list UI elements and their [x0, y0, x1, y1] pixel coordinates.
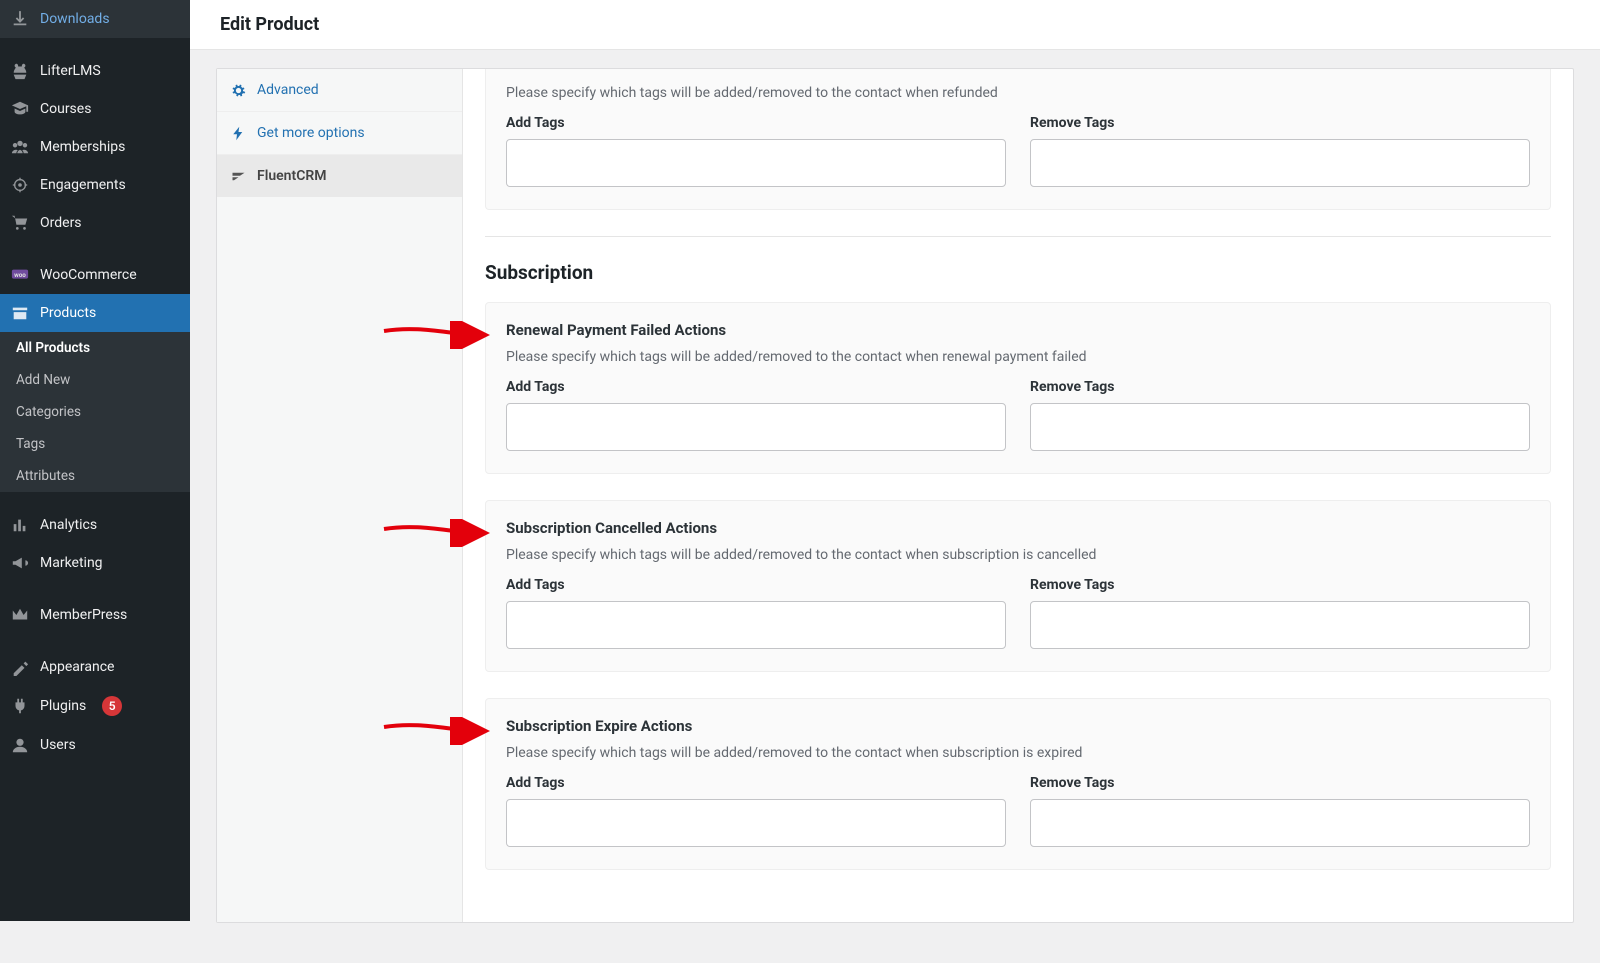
sidebar-item-marketing[interactable]: Marketing [0, 544, 190, 582]
woocommerce-icon: woo [10, 266, 30, 284]
plugins-update-badge: 5 [102, 696, 122, 716]
remove-tags-label: Remove Tags [1030, 577, 1530, 593]
add-tags-label: Add Tags [506, 775, 1006, 791]
annotation-arrow-icon [382, 717, 492, 745]
tab-fluentcrm[interactable]: FluentCRM [217, 155, 462, 197]
sidebar-label: Marketing [40, 555, 103, 571]
megaphone-icon [10, 554, 30, 572]
sidebar-item-products[interactable]: Products [0, 294, 190, 332]
add-tags-label: Add Tags [506, 379, 1006, 395]
lightning-icon [231, 126, 247, 141]
section-divider [485, 236, 1551, 237]
sidebar-item-plugins[interactable]: Plugins 5 [0, 686, 190, 726]
submenu-categories[interactable]: Categories [0, 396, 190, 428]
submenu-attributes[interactable]: Attributes [0, 460, 190, 492]
sidebar-item-lifterlms[interactable]: LifterLMS [0, 52, 190, 90]
sidebar-item-memberpress[interactable]: MemberPress [0, 596, 190, 634]
products-icon [10, 304, 30, 322]
subscription-cancelled-block: Subscription Cancelled Actions Please sp… [485, 500, 1551, 672]
renewal-failed-add-tags-input[interactable] [506, 403, 1006, 451]
products-submenu: All Products Add New Categories Tags Att… [0, 332, 190, 492]
tab-advanced[interactable]: Advanced [217, 69, 462, 112]
subscription-cancelled-description: Please specify which tags will be added/… [506, 547, 1530, 563]
courses-icon [10, 100, 30, 118]
sidebar-item-engagements[interactable]: Engagements [0, 166, 190, 204]
sidebar-label: Products [40, 305, 96, 321]
sub-cancelled-add-tags-input[interactable] [506, 601, 1006, 649]
engagements-icon [10, 176, 30, 194]
tab-label: Get more options [257, 125, 365, 141]
sidebar-label: Orders [40, 215, 82, 231]
fluentcrm-settings-content: Please specify which tags will be added/… [463, 69, 1573, 922]
sidebar-label: Plugins [40, 698, 86, 714]
subscription-expire-block: Subscription Expire Actions Please speci… [485, 698, 1551, 870]
submenu-add-new[interactable]: Add New [0, 364, 190, 396]
analytics-icon [10, 516, 30, 534]
submenu-all-products[interactable]: All Products [0, 332, 190, 364]
submenu-tags[interactable]: Tags [0, 428, 190, 460]
sidebar-label: Engagements [40, 177, 126, 193]
cart-icon [10, 214, 30, 232]
page-title: Edit Product [220, 14, 1570, 35]
refunded-actions-block: Please specify which tags will be added/… [485, 69, 1551, 210]
annotation-arrow-icon [382, 519, 492, 547]
refunded-add-tags-input[interactable] [506, 139, 1006, 187]
subscription-expire-description: Please specify which tags will be added/… [506, 745, 1530, 761]
subscription-heading: Subscription [485, 261, 1551, 284]
svg-text:woo: woo [14, 271, 26, 279]
sidebar-item-downloads[interactable]: Downloads [0, 0, 190, 38]
renewal-failed-remove-tags-input[interactable] [1030, 403, 1530, 451]
sidebar-label: Downloads [40, 11, 110, 27]
sidebar-label: LifterLMS [40, 63, 101, 79]
product-data-panel: Advanced Get more options FluentCRM Plea… [216, 68, 1574, 923]
download-icon [10, 10, 30, 28]
renewal-failed-block: Renewal Payment Failed Actions Please sp… [485, 302, 1551, 474]
product-data-tabs: Advanced Get more options FluentCRM [217, 69, 463, 922]
gear-icon [231, 83, 247, 98]
sidebar-item-analytics[interactable]: Analytics [0, 506, 190, 544]
plugins-icon [10, 697, 30, 715]
renewal-failed-title: Renewal Payment Failed Actions [506, 321, 1530, 339]
remove-tags-label: Remove Tags [1030, 115, 1530, 131]
sidebar-label: Courses [40, 101, 91, 117]
fluentcrm-icon [231, 169, 247, 184]
refunded-description: Please specify which tags will be added/… [506, 85, 1530, 101]
wp-admin-sidebar: Downloads LifterLMS Courses Memberships … [0, 0, 190, 921]
tab-get-more-options[interactable]: Get more options [217, 112, 462, 155]
sub-expire-add-tags-input[interactable] [506, 799, 1006, 847]
sidebar-item-woocommerce[interactable]: woo WooCommerce [0, 256, 190, 294]
sub-expire-remove-tags-input[interactable] [1030, 799, 1530, 847]
lifterlms-icon [10, 62, 30, 80]
add-tags-label: Add Tags [506, 115, 1006, 131]
sidebar-item-memberships[interactable]: Memberships [0, 128, 190, 166]
memberpress-icon [10, 606, 30, 624]
remove-tags-label: Remove Tags [1030, 775, 1530, 791]
renewal-failed-description: Please specify which tags will be added/… [506, 349, 1530, 365]
sidebar-label: Analytics [40, 517, 97, 533]
tab-label: FluentCRM [257, 168, 327, 184]
subscription-expire-title: Subscription Expire Actions [506, 717, 1530, 735]
edit-product-header: Edit Product [190, 0, 1600, 50]
remove-tags-label: Remove Tags [1030, 379, 1530, 395]
sidebar-label: Memberships [40, 139, 125, 155]
add-tags-label: Add Tags [506, 577, 1006, 593]
subscription-cancelled-title: Subscription Cancelled Actions [506, 519, 1530, 537]
sidebar-label: MemberPress [40, 607, 127, 623]
sidebar-item-courses[interactable]: Courses [0, 90, 190, 128]
sidebar-label: Appearance [40, 659, 114, 675]
sidebar-item-appearance[interactable]: Appearance [0, 648, 190, 686]
sidebar-label: Users [40, 737, 76, 753]
sidebar-item-orders[interactable]: Orders [0, 204, 190, 242]
sidebar-label: WooCommerce [40, 267, 137, 283]
refunded-remove-tags-input[interactable] [1030, 139, 1530, 187]
annotation-arrow-icon [382, 321, 492, 349]
users-icon [10, 736, 30, 754]
sub-cancelled-remove-tags-input[interactable] [1030, 601, 1530, 649]
sidebar-item-users[interactable]: Users [0, 726, 190, 764]
tab-label: Advanced [257, 82, 319, 98]
memberships-icon [10, 138, 30, 156]
appearance-icon [10, 658, 30, 676]
